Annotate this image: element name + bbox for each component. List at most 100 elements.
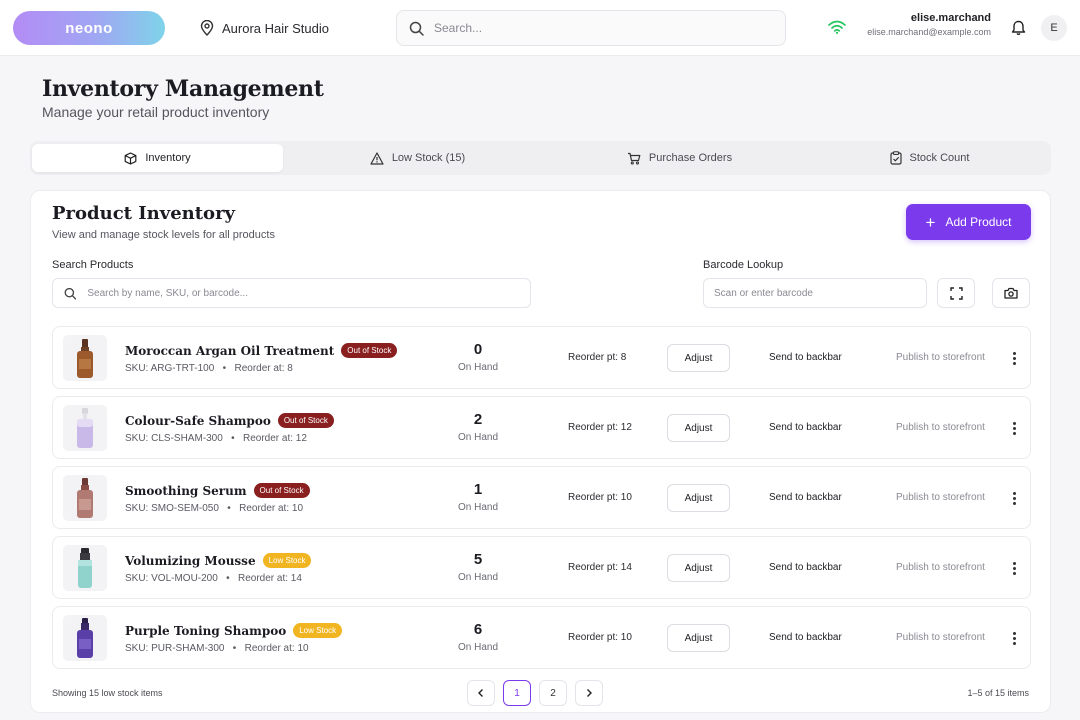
tab-low-stock[interactable]: Low Stock (15) — [300, 144, 535, 172]
camera-button[interactable] — [992, 278, 1030, 308]
more-options-icon[interactable] — [1008, 418, 1020, 438]
status-badge: Out of Stock — [253, 483, 310, 498]
scan-icon — [949, 286, 963, 300]
product-reorder-at: Reorder at: 12 — [242, 433, 307, 444]
tab-purchase-orders[interactable]: Purchase Orders — [552, 144, 807, 172]
wifi-icon — [828, 20, 846, 34]
table-row[interactable]: Colour-Safe Shampoo Out of Stock SKU: CL… — [52, 396, 1031, 459]
global-search[interactable] — [396, 10, 786, 46]
reorder-point: Reorder pt: 10 — [568, 492, 632, 503]
more-options-icon[interactable] — [1008, 348, 1020, 368]
status-badge: Low Stock — [262, 553, 312, 568]
product-name-text: Volumizing Mousse — [125, 553, 256, 568]
user-info[interactable]: elise.marchand elise.marchand@example.co… — [867, 12, 991, 37]
barcode-field[interactable] — [703, 278, 927, 308]
tab-stock-count[interactable]: Stock Count — [812, 144, 1047, 172]
on-hand-label: On Hand — [457, 642, 499, 653]
product-sku: SKU: CLS-SHAM-300 — [125, 433, 223, 444]
camera-icon — [1004, 287, 1018, 299]
items-range: 1–5 of 15 items — [967, 688, 1029, 698]
adjust-button[interactable]: Adjust — [667, 484, 730, 512]
more-options-icon[interactable] — [1008, 628, 1020, 648]
user-email: elise.marchand@example.com — [867, 27, 991, 37]
user-name: elise.marchand — [910, 12, 991, 24]
adjust-button[interactable]: Adjust — [667, 624, 730, 652]
plus-icon: + — [925, 212, 936, 232]
product-meta: SKU: CLS-SHAM-300 • Reorder at: 12 — [125, 433, 307, 444]
table-row[interactable]: Smoothing Serum Out of Stock SKU: SMO-SE… — [52, 466, 1031, 529]
publish-to-storefront-link[interactable]: Publish to storefront — [896, 352, 985, 363]
scan-barcode-button[interactable] — [937, 278, 975, 308]
add-product-label: Add Product — [945, 215, 1012, 229]
page-subtitle: Manage your retail product inventory — [42, 104, 270, 120]
table-row[interactable]: Moroccan Argan Oil Treatment Out of Stoc… — [52, 326, 1031, 389]
adjust-button[interactable]: Adjust — [667, 414, 730, 442]
product-search-input[interactable] — [87, 287, 530, 299]
table-row[interactable]: Volumizing Mousse Low Stock SKU: VOL-MOU… — [52, 536, 1031, 599]
product-search-field[interactable] — [52, 278, 531, 308]
product-image-argan-oil — [63, 335, 107, 381]
product-name-text: Colour-Safe Shampoo — [125, 413, 271, 428]
bell-icon[interactable] — [1011, 20, 1026, 36]
search-icon — [64, 287, 77, 300]
publish-to-storefront-link[interactable]: Publish to storefront — [896, 492, 985, 503]
page-1-button[interactable]: 1 — [503, 680, 531, 706]
on-hand-quantity: 0 On Hand — [448, 341, 508, 373]
tab-inventory[interactable]: Inventory — [32, 144, 283, 172]
status-badge: Out of Stock — [277, 413, 334, 428]
card-subtitle: View and manage stock levels for all pro… — [52, 229, 275, 241]
quantity-value: 5 — [473, 551, 483, 568]
product-meta: SKU: SMO-SEM-050 • Reorder at: 10 — [125, 503, 304, 514]
logo-text: neono — [65, 19, 113, 37]
box-icon — [124, 151, 137, 165]
product-name: Moroccan Argan Oil Treatment Out of Stoc… — [125, 343, 398, 358]
on-hand-label: On Hand — [457, 432, 499, 443]
adjust-button[interactable]: Adjust — [667, 554, 730, 582]
reorder-point: Reorder pt: 8 — [568, 352, 627, 363]
send-to-backbar-link[interactable]: Send to backbar — [769, 352, 842, 363]
product-meta: SKU: PUR-SHAM-300 • Reorder at: 10 — [125, 643, 309, 654]
product-meta: SKU: ARG-TRT-100 • Reorder at: 8 — [125, 363, 293, 374]
send-to-backbar-link[interactable]: Send to backbar — [769, 422, 842, 433]
product-name-text: Moroccan Argan Oil Treatment — [125, 343, 335, 358]
product-name: Smoothing Serum Out of Stock — [125, 483, 310, 498]
tab-label: Low Stock (15) — [391, 152, 466, 164]
clipboard-icon — [889, 151, 902, 165]
product-sku: SKU: ARG-TRT-100 — [125, 363, 215, 374]
send-to-backbar-link[interactable]: Send to backbar — [769, 492, 842, 503]
top-bar: neono Aurora Hair Studio elise.marchand … — [0, 0, 1080, 56]
location-name: Aurora Hair Studio — [222, 20, 329, 36]
barcode-input[interactable] — [714, 287, 926, 299]
barcode-lookup-label: Barcode Lookup — [703, 259, 784, 271]
product-inventory-card: Product Inventory View and manage stock … — [30, 190, 1051, 713]
app-logo[interactable]: neono — [13, 11, 165, 45]
on-hand-quantity: 1 On Hand — [448, 481, 508, 513]
adjust-button[interactable]: Adjust — [667, 344, 730, 372]
product-sku: SKU: SMO-SEM-050 — [125, 503, 219, 514]
publish-to-storefront-link[interactable]: Publish to storefront — [896, 422, 985, 433]
send-to-backbar-link[interactable]: Send to backbar — [769, 562, 842, 573]
send-to-backbar-link[interactable]: Send to backbar — [769, 632, 842, 643]
reorder-point: Reorder pt: 10 — [568, 632, 632, 643]
avatar-initial: E — [1050, 22, 1058, 34]
tab-label: Stock Count — [909, 152, 970, 164]
search-icon — [409, 21, 424, 36]
product-image-purple-toning-shampoo — [63, 615, 107, 661]
reorder-point: Reorder pt: 14 — [568, 562, 632, 573]
page-2-button[interactable]: 2 — [539, 680, 567, 706]
publish-to-storefront-link[interactable]: Publish to storefront — [896, 562, 985, 573]
publish-to-storefront-link[interactable]: Publish to storefront — [896, 632, 985, 643]
quantity-value: 6 — [473, 621, 483, 638]
avatar[interactable]: E — [1041, 15, 1067, 41]
previous-page-button[interactable] — [467, 680, 495, 706]
product-name: Purple Toning Shampoo Low Stock — [125, 623, 343, 638]
table-row[interactable]: Purple Toning Shampoo Low Stock SKU: PUR… — [52, 606, 1031, 669]
next-page-button[interactable] — [575, 680, 603, 706]
on-hand-quantity: 5 On Hand — [448, 551, 508, 583]
location-selector[interactable]: Aurora Hair Studio — [200, 18, 329, 38]
on-hand-quantity: 6 On Hand — [448, 621, 508, 653]
add-product-button[interactable]: + Add Product — [906, 204, 1031, 240]
more-options-icon[interactable] — [1008, 488, 1020, 508]
global-search-input[interactable] — [434, 21, 754, 35]
more-options-icon[interactable] — [1008, 558, 1020, 578]
